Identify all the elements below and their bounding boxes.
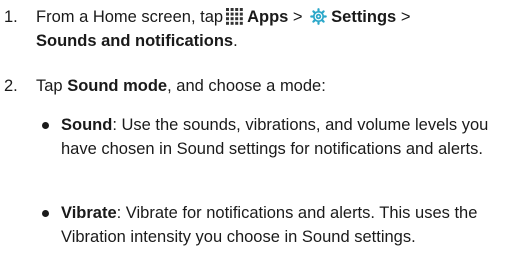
step-prefix: Tap bbox=[36, 77, 68, 95]
separator: > bbox=[396, 8, 411, 26]
option-name: Sound bbox=[61, 116, 113, 134]
bullet-dot bbox=[42, 210, 49, 217]
step-prefix: From a Home screen, tap bbox=[36, 8, 224, 26]
destination-label: Sounds and notifications bbox=[36, 32, 234, 50]
settings-label: Settings bbox=[331, 8, 397, 26]
option-text: Sound: Use the sounds, vibrations, and v… bbox=[61, 113, 505, 161]
option-text: Vibrate: Vibrate for notifications and a… bbox=[61, 201, 505, 249]
step-number: 1. bbox=[4, 8, 18, 26]
step-number: 2. bbox=[4, 77, 18, 95]
option-description: : Vibrate for notifications and alerts. … bbox=[61, 204, 478, 246]
option-name: Vibrate bbox=[61, 204, 117, 222]
step-suffix: , and choose a mode: bbox=[167, 77, 326, 95]
apps-grid-icon bbox=[226, 8, 243, 25]
period: . bbox=[233, 32, 238, 50]
settings-gear-icon bbox=[310, 8, 327, 25]
option-description: : Use the sounds, vibrations, and volume… bbox=[61, 116, 489, 158]
sound-mode-label: Sound mode bbox=[67, 77, 168, 95]
step-text: From a Home screen, tap Apps > Settings >… bbox=[36, 5, 505, 53]
separator: > bbox=[288, 8, 308, 26]
bullet-dot bbox=[42, 122, 49, 129]
apps-label: Apps bbox=[247, 8, 289, 26]
instructions: 1. From a Home screen, tap Apps > Setting… bbox=[0, 0, 510, 271]
step-text: Tap Sound mode, and choose a mode: bbox=[36, 74, 505, 98]
